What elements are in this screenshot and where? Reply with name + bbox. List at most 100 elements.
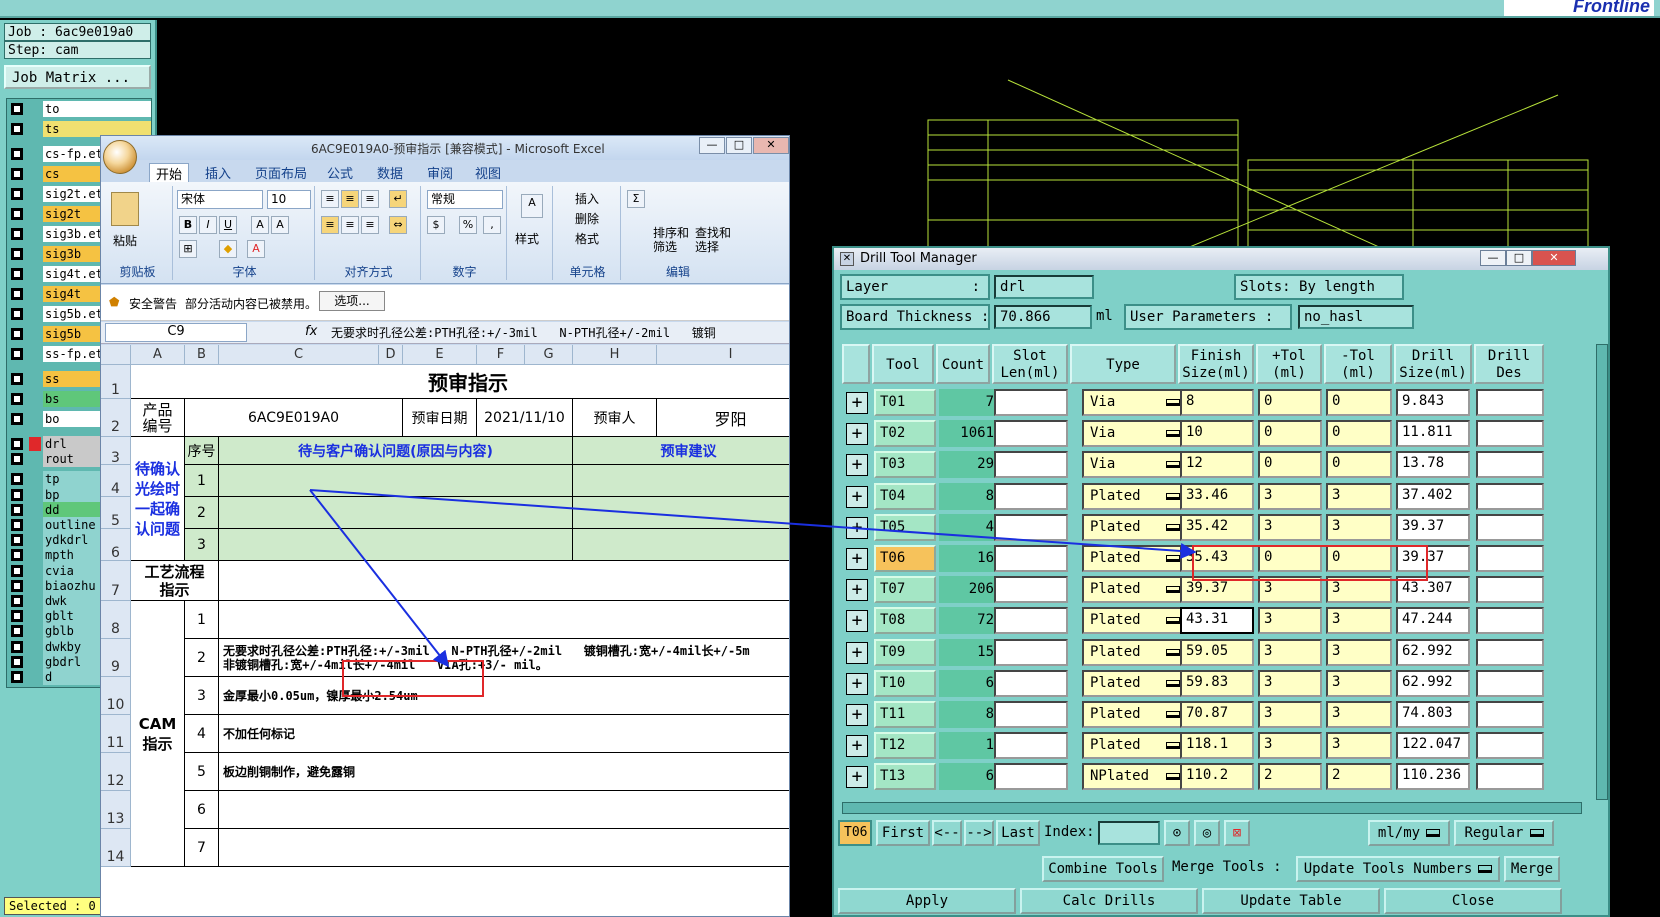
comma-icon[interactable]: , bbox=[483, 216, 501, 234]
worksheet[interactable]: A B C D E F G H I 1 2 3 4 5 6 7 8 9 10 11 12 13 14 预审指示 产品 编号 6AC… bbox=[101, 345, 789, 916]
layer-name[interactable]: to bbox=[43, 101, 151, 117]
layer-affected-marker[interactable] bbox=[29, 472, 41, 486]
dropdown-icon[interactable] bbox=[1166, 430, 1180, 438]
font-color-icon[interactable]: A bbox=[247, 240, 265, 258]
drill-des-input[interactable] bbox=[1476, 482, 1544, 510]
tool-row[interactable]: + T06 16 Plated 35.43 0 0 39.37 bbox=[842, 542, 1594, 575]
row-header[interactable]: 9 bbox=[101, 639, 131, 677]
type-select[interactable]: Plated bbox=[1082, 545, 1186, 572]
layer-checkbox[interactable] bbox=[11, 328, 23, 340]
process-label[interactable]: 工艺流程 指示 bbox=[131, 561, 219, 601]
layer-affected-marker[interactable] bbox=[29, 227, 41, 241]
slot-length-input[interactable] bbox=[994, 389, 1068, 416]
tool-row[interactable]: + T05 4 Plated 35.42 3 3 39.37 bbox=[842, 511, 1594, 544]
drill-size-input[interactable]: 74.803 bbox=[1396, 701, 1470, 728]
drill-des-input[interactable] bbox=[1476, 420, 1544, 448]
cam-note-cell[interactable] bbox=[219, 791, 789, 829]
dropdown-icon[interactable] bbox=[1166, 742, 1180, 750]
layer-checkbox[interactable] bbox=[11, 188, 23, 200]
plus-tol-input[interactable]: 0 bbox=[1258, 545, 1322, 572]
expand-icon[interactable]: + bbox=[846, 735, 868, 758]
tool-button[interactable]: T12 bbox=[874, 732, 936, 760]
column-header[interactable]: G bbox=[525, 345, 573, 365]
tab-home[interactable]: 开始 bbox=[149, 163, 190, 183]
merge-button[interactable]: Merge bbox=[1504, 856, 1560, 882]
dropdown-icon[interactable] bbox=[1166, 648, 1180, 656]
plus-tol-input[interactable]: 3 bbox=[1258, 482, 1322, 510]
dtm-minimize-button[interactable]: — bbox=[1480, 250, 1506, 266]
column-header-finish-size[interactable]: Finish Size(ml) bbox=[1178, 344, 1254, 384]
layer-checkbox[interactable] bbox=[11, 168, 23, 180]
tab-view[interactable]: 视图 bbox=[469, 163, 507, 182]
column-header-count[interactable]: Count bbox=[936, 344, 990, 384]
wrap-text-icon[interactable]: ↵ bbox=[389, 190, 407, 208]
row-header[interactable]: 6 bbox=[101, 529, 131, 561]
minus-tol-input[interactable]: 0 bbox=[1326, 545, 1392, 572]
finish-size-input[interactable]: 12 bbox=[1180, 451, 1254, 479]
plus-tol-input[interactable]: 0 bbox=[1258, 420, 1322, 448]
column-header[interactable]: B bbox=[185, 345, 219, 365]
finish-size-input[interactable]: 39.37 bbox=[1180, 576, 1254, 604]
layer-affected-marker[interactable] bbox=[29, 579, 41, 593]
cam-note-cell[interactable] bbox=[219, 829, 789, 867]
layer-checkbox[interactable] bbox=[11, 438, 23, 450]
layer-field[interactable]: drl bbox=[994, 275, 1094, 299]
layer-checkbox[interactable] bbox=[11, 413, 23, 425]
plus-tol-input[interactable]: 0 bbox=[1258, 389, 1322, 416]
expand-icon[interactable]: + bbox=[846, 548, 868, 570]
expand-icon[interactable]: + bbox=[846, 766, 868, 789]
layer-checkbox[interactable] bbox=[11, 610, 23, 623]
slot-length-input[interactable] bbox=[994, 420, 1068, 448]
issue-cell[interactable] bbox=[219, 465, 573, 497]
layer-checkbox[interactable] bbox=[11, 123, 23, 135]
slot-length-input[interactable] bbox=[994, 513, 1068, 541]
layer-affected-marker[interactable] bbox=[29, 503, 41, 517]
suggestion-cell[interactable] bbox=[573, 497, 789, 529]
sequence-cell[interactable]: 2 bbox=[185, 497, 219, 529]
drill-des-input[interactable] bbox=[1476, 701, 1544, 728]
tool-button[interactable]: T05 bbox=[874, 513, 936, 541]
drill-des-input[interactable] bbox=[1476, 389, 1544, 416]
italic-button[interactable]: I bbox=[199, 216, 217, 234]
tool-button[interactable]: T08 bbox=[874, 607, 936, 635]
function-icon[interactable]: fx bbox=[305, 324, 317, 339]
update-tools-numbers-select[interactable]: Update Tools Numbers bbox=[1296, 856, 1500, 882]
slot-length-input[interactable] bbox=[994, 607, 1068, 635]
layer-affected-marker[interactable] bbox=[29, 488, 41, 502]
drill-size-input[interactable]: 9.843 bbox=[1396, 389, 1470, 416]
cam-note-cell[interactable]: 无要求时孔径公差:PTH孔径:+/-3mil N-PTH孔径+/-2mil 镀铜… bbox=[219, 639, 789, 677]
sequence-cell[interactable]: 1 bbox=[185, 465, 219, 497]
dropdown-icon[interactable] bbox=[1166, 586, 1180, 594]
type-select[interactable]: Plated bbox=[1082, 701, 1186, 728]
board-thickness-field[interactable]: 70.866 bbox=[994, 305, 1092, 329]
next-button[interactable]: --> bbox=[964, 820, 994, 846]
office-button[interactable] bbox=[103, 140, 137, 174]
drill-des-input[interactable] bbox=[1476, 732, 1544, 760]
last-button[interactable]: Last bbox=[996, 820, 1040, 846]
layer-checkbox[interactable] bbox=[11, 348, 23, 360]
slot-length-input[interactable] bbox=[994, 701, 1068, 728]
align-top-icon[interactable]: ≡ bbox=[321, 190, 339, 208]
reviewer-cell[interactable]: 罗阳 bbox=[657, 399, 789, 437]
minus-tol-input[interactable]: 3 bbox=[1326, 732, 1392, 760]
row-header[interactable]: 5 bbox=[101, 497, 131, 529]
layer-checkbox[interactable] bbox=[11, 148, 23, 160]
fill-color-icon[interactable]: ◆ bbox=[219, 240, 237, 258]
finish-size-input[interactable]: 10 bbox=[1180, 420, 1254, 448]
layer-affected-marker[interactable] bbox=[29, 147, 41, 161]
tool-row[interactable]: + T07 206 Plated 39.37 3 3 43.307 bbox=[842, 573, 1594, 606]
sequence-cell[interactable]: 3 bbox=[185, 529, 219, 561]
tool-row[interactable]: + T11 8 Plated 70.87 3 3 74.803 bbox=[842, 698, 1594, 731]
tool-button[interactable]: T01 bbox=[874, 389, 936, 416]
layer-checkbox[interactable] bbox=[11, 488, 23, 501]
row-header[interactable]: 4 bbox=[101, 465, 131, 497]
layer-checkbox[interactable] bbox=[11, 373, 23, 385]
layer-affected-marker[interactable] bbox=[29, 548, 41, 562]
issue-cell[interactable] bbox=[219, 529, 573, 561]
tool-row[interactable]: + T12 1 Plated 118.1 3 3 122.047 bbox=[842, 729, 1594, 762]
drill-des-input[interactable] bbox=[1476, 669, 1544, 697]
type-select[interactable]: NPlated bbox=[1082, 763, 1186, 791]
row-header[interactable]: 14 bbox=[101, 829, 131, 867]
row-header[interactable]: 3 bbox=[101, 437, 131, 466]
tool-button[interactable]: T10 bbox=[874, 669, 936, 697]
